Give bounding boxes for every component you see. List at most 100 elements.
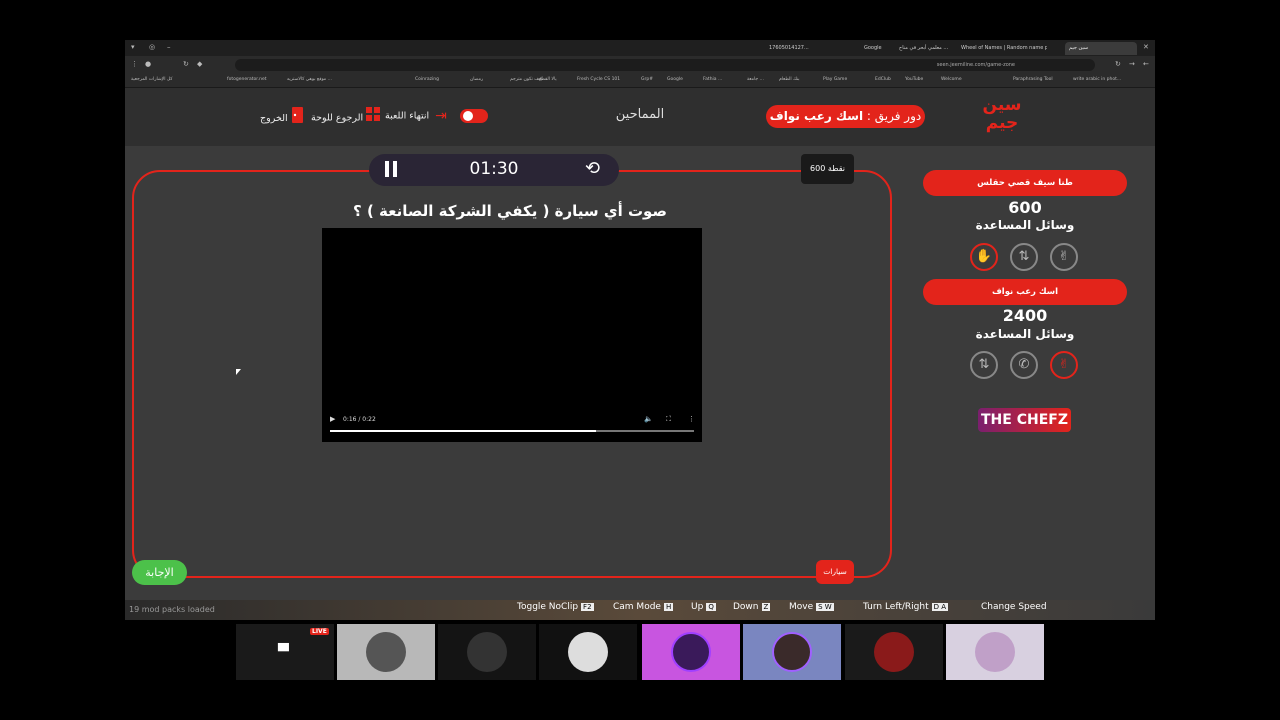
participant-tile-screen[interactable]: ▀ LIVE [236, 624, 334, 680]
pause-icon[interactable] [384, 161, 398, 181]
extension-icon[interactable]: ◆ [197, 60, 202, 68]
back-icon[interactable]: ← [1143, 60, 1149, 68]
game-board: 01:30 ⟲ 600 نقطة صوت أي سيارة ( يكفي الش… [125, 146, 1155, 602]
window-menu-icon[interactable]: ▾ [131, 43, 135, 51]
bookmark-12[interactable]: بنك الطعام [779, 77, 799, 82]
game-overlay: 19 mod packs loaded Toggle NoClip F2 Cam … [125, 600, 1155, 620]
participant-tile[interactable] [337, 624, 435, 680]
participant-strip: ▀ LIVE [236, 624, 1046, 680]
bookmark-6[interactable]: يالا القطع [539, 77, 557, 82]
browser-window: 17605014127... Google معلمي أبحر في مناح… [125, 40, 1155, 620]
team-1-score: 600 [1008, 198, 1042, 217]
control-hint-1: Toggle NoClip F2 [517, 602, 594, 612]
door-icon [291, 107, 305, 130]
control-hint-7: Change Speed [981, 602, 1047, 612]
minimize-icon[interactable]: – [167, 43, 171, 51]
team-2-aids-label: وسائل المساعدة [975, 327, 1075, 341]
refresh-icon[interactable]: ↻ [1115, 60, 1121, 68]
address-input[interactable]: seen.jeemiline.com/game-zone [235, 59, 1095, 71]
tab-3[interactable]: معلمي أبحر في مناح ... [895, 42, 955, 55]
avatar [467, 632, 507, 672]
play-icon[interactable]: ▶ [330, 415, 335, 423]
hand-stop-icon[interactable]: ✋ [970, 243, 998, 271]
control-hint-2: Cam Mode H [613, 602, 674, 612]
participant-tile[interactable] [642, 624, 740, 680]
participant-tile[interactable] [946, 624, 1044, 680]
bookmark-9[interactable]: Google [667, 77, 683, 82]
bookmark-4[interactable]: رمضان [470, 77, 483, 82]
sponsor-logo: THE CHEFZ [978, 408, 1071, 432]
two-fingers-icon[interactable]: ✌ [1050, 351, 1078, 379]
avatar [568, 632, 608, 672]
swap-icon[interactable]: ⇅ [970, 351, 998, 379]
bookmark-all[interactable]: كل الإشارات المرجعية [131, 77, 172, 82]
category-tag: سيارات [816, 560, 854, 584]
volume-icon[interactable]: 🔈 [644, 415, 653, 423]
bookmarks-bar: كل الإشارات المرجعية fotogenerator.net م… [125, 74, 1155, 88]
participant-tile[interactable] [845, 624, 943, 680]
grid-icon [366, 107, 381, 129]
team-1-aids-label: وسائل المساعدة [975, 218, 1075, 232]
copy-icon[interactable]: ◎ [149, 43, 155, 51]
participant-tile[interactable] [539, 624, 637, 680]
control-hint-4: Down Z [733, 602, 771, 612]
question-text: صوت أي سيارة ( يكفي الشركة الصانعة ) ؟ [353, 202, 667, 220]
participant-tile[interactable] [743, 624, 841, 680]
bookmark-17[interactable]: Paraphrasing Tool [1013, 77, 1053, 82]
team-2-name: اسك رعب نواف [923, 279, 1127, 305]
swap-icon[interactable]: ⇅ [1010, 243, 1038, 271]
back-to-board-label: الرجوع للوحة [311, 112, 364, 124]
avatar-icon[interactable]: ● [145, 60, 151, 68]
live-badge: LIVE [310, 628, 329, 635]
fullscreen-icon[interactable]: ⛶ [666, 415, 671, 424]
end-game-label: انتهاء اللعبة [385, 110, 430, 122]
avatar [671, 632, 711, 672]
turn-prefix: دور فريق : [866, 109, 922, 123]
bookmark-18[interactable]: write arabic in phot... [1073, 77, 1121, 82]
bookmark-1[interactable]: fotogenerator.net [227, 77, 266, 82]
team-1-name: طنا سيف قصي حقلس [923, 170, 1127, 196]
bookmark-8[interactable]: Grp# [641, 77, 653, 82]
bookmark-14[interactable]: EdClub [875, 77, 891, 82]
bookmark-13[interactable]: Play Game [823, 77, 847, 82]
close-window-icon[interactable]: ✕ [1143, 43, 1149, 51]
bookmark-11[interactable]: جامعة ... [747, 77, 764, 82]
tab-active[interactable]: سين جيم [1065, 42, 1137, 55]
more-icon[interactable]: ⋮ [131, 60, 138, 68]
video-player[interactable]: ▶ 0:16 / 0:22 🔈 ⛶ ⋮ [322, 228, 702, 442]
bookmark-15[interactable]: YouTube [905, 77, 923, 82]
points-badge: 600 نقطة [801, 154, 854, 184]
bookmark-10[interactable]: Fathia ... [703, 77, 722, 82]
end-game-button[interactable]: انتهاء اللعبة ⇥ [385, 107, 447, 125]
game-header: سين جيم دور فريق : اسك رعب نواف المماحين… [125, 88, 1155, 146]
tab-4[interactable]: Wheel of Names | Random name picker [957, 42, 1047, 55]
forward-icon[interactable]: → [1129, 60, 1135, 68]
participant-tile[interactable] [438, 624, 536, 680]
video-time: 0:16 / 0:22 [343, 416, 376, 423]
bookmark-3[interactable]: Coinrazing [415, 77, 439, 82]
video-seekbar[interactable] [330, 430, 694, 432]
avatar [975, 632, 1015, 672]
logo: سين جيم [982, 95, 1022, 133]
end-game-toggle[interactable] [460, 109, 488, 123]
two-fingers-icon[interactable]: ✌ [1050, 243, 1078, 271]
reset-timer-icon[interactable]: ⟲ [585, 158, 600, 179]
mouse-cursor [236, 369, 241, 375]
reload-icon[interactable]: ↻ [183, 60, 189, 68]
exit-button[interactable]: الخروج [260, 107, 305, 125]
turn-indicator: دور فريق : اسك رعب نواف [766, 105, 925, 128]
bookmark-7[interactable]: Fresh Cycle CS 101 [577, 77, 620, 82]
back-to-board-button[interactable]: الرجوع للوحة [311, 107, 381, 125]
bookmark-16[interactable]: Welcome [941, 77, 962, 82]
phone-icon[interactable]: ✆ [1010, 351, 1038, 379]
address-bar-row: ⋮ ● ↻ ◆ seen.jeemiline.com/game-zone ↻ →… [125, 56, 1155, 74]
control-hint-6: Turn Left/Right D A [863, 602, 949, 612]
video-menu-icon[interactable]: ⋮ [688, 415, 695, 423]
control-hint-5: Move S W [789, 602, 834, 612]
bookmark-2[interactable]: موقع بوهي كالاستريه ... [287, 77, 332, 82]
timer-display: 01:30 [469, 159, 519, 179]
exit-label: الخروج [260, 113, 288, 124]
answer-button[interactable]: الإجابة [132, 560, 187, 585]
tab-1[interactable]: 17605014127... [765, 42, 855, 55]
turn-team: اسك رعب نواف [769, 109, 864, 123]
